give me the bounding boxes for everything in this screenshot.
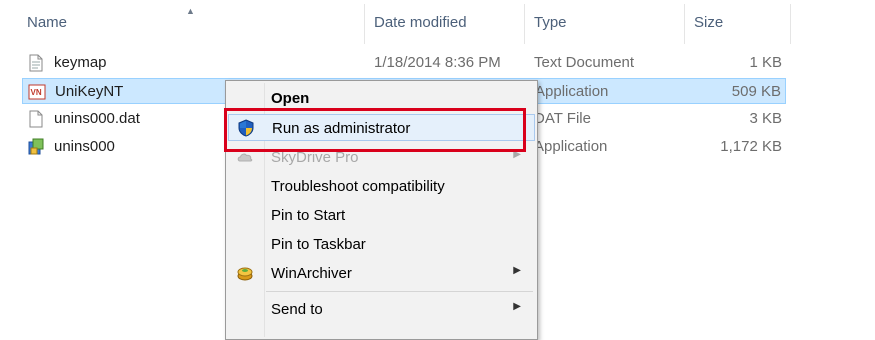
file-type: Application bbox=[534, 138, 608, 155]
column-divider[interactable] bbox=[524, 4, 525, 44]
highlight-annotation-box bbox=[224, 108, 526, 152]
submenu-arrow-icon: ▶ bbox=[513, 301, 521, 312]
file-size: 1 KB bbox=[749, 54, 782, 71]
column-divider[interactable] bbox=[364, 4, 365, 44]
file-name: unins000.dat bbox=[54, 110, 140, 127]
file-name: UniKeyNT bbox=[55, 83, 124, 100]
file-name: unins000 bbox=[54, 138, 115, 155]
menu-item-label: Open bbox=[271, 90, 310, 107]
menu-item-label: Send to bbox=[271, 301, 323, 318]
uninstaller-icon bbox=[28, 138, 44, 155]
winarchiver-icon bbox=[237, 267, 253, 281]
file-row-keymap[interactable]: keymap 1/18/2014 8:36 PM Text Document 1… bbox=[22, 50, 786, 76]
menu-item-winarchiver[interactable]: WinArchiver ▶ bbox=[228, 260, 535, 287]
file-type: Text Document bbox=[534, 54, 635, 71]
dat-file-icon bbox=[29, 110, 43, 128]
menu-item-pin-to-taskbar[interactable]: Pin to Taskbar bbox=[228, 231, 535, 258]
menu-separator bbox=[266, 291, 533, 292]
file-type: Application bbox=[535, 83, 609, 100]
column-header-name[interactable]: Name bbox=[27, 14, 67, 31]
menu-item-label: Pin to Start bbox=[271, 207, 346, 224]
column-header-type[interactable]: Type bbox=[534, 14, 567, 31]
column-header-bar: ▲ Name Date modified Type Size bbox=[0, 0, 875, 46]
column-divider[interactable] bbox=[790, 4, 791, 44]
menu-item-label: WinArchiver bbox=[271, 265, 352, 282]
file-date: 1/18/2014 8:36 PM bbox=[374, 54, 501, 71]
menu-item-troubleshoot-compatibility[interactable]: Troubleshoot compatibility bbox=[228, 173, 535, 200]
menu-item-send-to[interactable]: Send to ▶ bbox=[228, 296, 535, 323]
column-header-date-modified[interactable]: Date modified bbox=[374, 14, 467, 31]
sort-ascending-icon: ▲ bbox=[186, 6, 195, 16]
file-name: keymap bbox=[54, 54, 107, 71]
file-size: 509 KB bbox=[731, 83, 781, 100]
column-header-size[interactable]: Size bbox=[694, 14, 723, 31]
text-file-icon bbox=[29, 54, 43, 72]
svg-text:VN: VN bbox=[31, 88, 42, 97]
menu-item-label: Troubleshoot compatibility bbox=[271, 178, 445, 195]
file-size: 1,172 KB bbox=[720, 138, 782, 155]
menu-item-pin-to-start[interactable]: Pin to Start bbox=[228, 202, 535, 229]
file-size: 3 KB bbox=[749, 110, 782, 127]
unikey-app-icon: VN bbox=[28, 84, 46, 100]
submenu-arrow-icon: ▶ bbox=[513, 265, 521, 276]
file-type: DAT File bbox=[534, 110, 591, 127]
menu-item-label: Pin to Taskbar bbox=[271, 236, 366, 253]
column-divider[interactable] bbox=[684, 4, 685, 44]
